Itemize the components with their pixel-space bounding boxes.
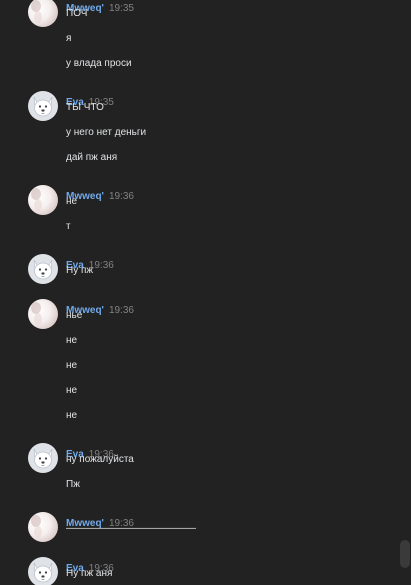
message-text: дай пж аня [66, 152, 118, 163]
photo-avatar[interactable] [28, 512, 58, 542]
message-text: Ну пж аня [66, 568, 113, 579]
message-time[interactable]: 19:36 [109, 305, 134, 316]
message-text: не [66, 360, 78, 371]
message-text: ну пожалуйста [66, 454, 134, 465]
message-text: у влада проси [66, 58, 132, 69]
message-text: ПОЧ [66, 8, 88, 19]
scrollbar-thumb[interactable] [400, 540, 410, 568]
dog-avatar[interactable] [28, 91, 58, 121]
message-text: Пж [66, 479, 80, 490]
message-time[interactable]: 19:36 [109, 191, 134, 202]
message-time[interactable]: 19:35 [109, 3, 134, 14]
dog-avatar[interactable] [28, 254, 58, 284]
photo-avatar[interactable] [28, 299, 58, 329]
dog-avatar[interactable] [28, 557, 58, 585]
message-text: не [66, 196, 78, 207]
message-text: я [66, 33, 72, 44]
message-text: Ну пж [66, 265, 94, 276]
message-text: нье [66, 310, 83, 321]
message-text: не [66, 385, 78, 396]
dog-avatar[interactable] [28, 443, 58, 473]
message-text: т [66, 221, 71, 232]
message-text: не [66, 335, 78, 346]
message-text: ————————————— [66, 523, 196, 534]
chat-history[interactable]: Mwweq' 19:35 ПОЧ я у влада проси Eva 19:35 ТЫ Ч… [0, 0, 411, 585]
photo-avatar[interactable] [28, 185, 58, 215]
message-text: у него нет деньги [66, 127, 147, 138]
message-text: ТЫ ЧТО [66, 102, 104, 113]
photo-avatar[interactable] [28, 0, 58, 27]
message-text: не [66, 410, 78, 421]
